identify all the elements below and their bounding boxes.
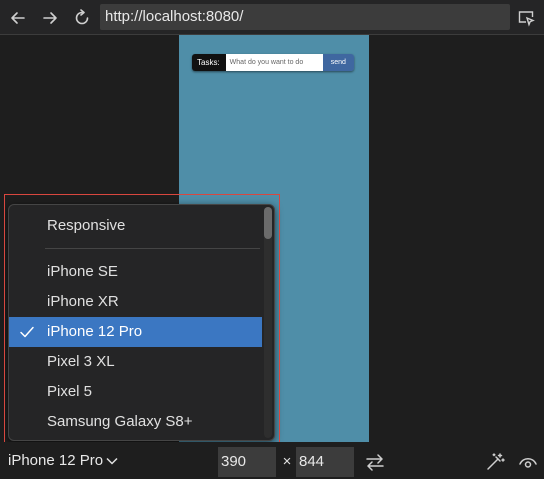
forward-button[interactable] [38,6,62,30]
url-input[interactable]: http://localhost:8080/ [100,4,510,30]
task-form: Tasks: What do you want to do send [192,54,354,71]
device-emulation-panel: http://localhost:8080/ Tasks: What do yo… [0,0,544,479]
menu-item-label: iPhone SE [47,263,118,280]
rotate-button[interactable] [363,450,387,474]
width-input[interactable]: 390 [218,447,276,477]
menu-item-label: iPhone XR [47,293,119,310]
touch-simulation-button[interactable] [483,450,507,474]
dimension-separator: × [282,453,292,470]
chevron-down-icon [106,457,118,465]
send-button[interactable]: send [322,54,354,71]
task-label: Tasks: [192,54,226,71]
task-input[interactable]: What do you want to do [225,54,323,71]
menu-item-label: Pixel 3 XL [47,353,115,370]
arrow-right-icon [43,12,57,24]
eye-icon [519,458,537,468]
menu-separator [45,248,260,249]
menu-item-pixel-5[interactable]: Pixel 5 [9,377,262,407]
device-select[interactable]: iPhone 12 Pro [8,450,118,472]
reload-button[interactable] [70,6,94,30]
inspect-icon [518,11,535,27]
menu-item-label: iPhone 12 Pro [47,323,143,340]
menu-item-label: Pixel 5 [47,383,93,400]
menu-item-label: Samsung Galaxy S8+ [47,413,193,430]
device-select-label: iPhone 12 Pro [8,452,104,469]
menu-item-iphone-12-pro[interactable]: iPhone 12 Pro [9,317,262,347]
menu-item-label: Responsive [47,217,126,234]
checkmark-icon [19,317,37,347]
preview-button[interactable] [516,450,540,474]
magic-wand-icon [487,453,505,470]
device-dropdown-menu: Responsive iPhone SE iPhone XR iPhone 12… [8,204,275,441]
device-toolbar: iPhone 12 Pro 390 × 844 [0,442,544,479]
menu-scrollbar[interactable] [264,207,272,438]
menu-item-responsive[interactable]: Responsive [9,211,262,241]
menu-item-iphone-xr[interactable]: iPhone XR [9,287,262,317]
arrow-left-icon [11,12,25,24]
inspect-button[interactable] [514,6,538,30]
menu-scrollbar-thumb[interactable] [264,207,272,239]
swap-arrows-icon [366,454,384,471]
browser-toolbar: http://localhost:8080/ [0,0,544,35]
height-input[interactable]: 844 [296,447,354,477]
reload-icon [75,9,89,25]
menu-item-pixel-3-xl[interactable]: Pixel 3 XL [9,347,262,377]
menu-item-iphone-se[interactable]: iPhone SE [9,257,262,287]
back-button[interactable] [6,6,30,30]
menu-item-samsung-galaxy-s8[interactable]: Samsung Galaxy S8+ [9,407,262,437]
